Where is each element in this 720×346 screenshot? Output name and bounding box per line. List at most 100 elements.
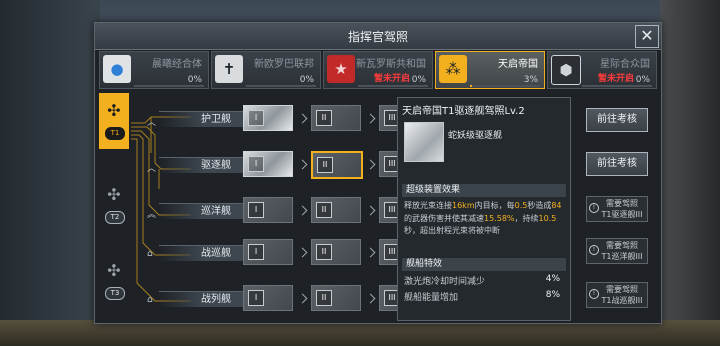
arrow-right-icon — [365, 159, 376, 170]
cross-icon: ✝ — [215, 55, 243, 83]
faction-percent: 0% — [635, 75, 650, 85]
faction-status: 暂未开启 — [597, 74, 634, 84]
arrow-right-icon — [365, 293, 376, 304]
faction-tabs: ● 晨曦经合体 0% ✝ 新欧罗巴联邦 0% ★ 新瓦罗斯共和国 暂未开启 0%… — [99, 51, 657, 89]
arrow-right-icon — [297, 247, 308, 258]
faction-progress-bar — [358, 85, 428, 87]
license-panel: 指挥官驾照 ✕ ● 晨曦经合体 0% ✝ 新欧罗巴联邦 0% ★ 新瓦罗斯共和国… — [94, 22, 662, 324]
star-icon: ★ — [327, 55, 355, 83]
chevron-up-icon: ⌂ — [147, 295, 153, 305]
ship-class-label: 巡洋舰 — [159, 203, 249, 219]
tier-label: T3 — [105, 287, 125, 300]
requirement-badge: ! 需要驾照 T1战巡舰III — [586, 282, 648, 308]
card-level: I — [248, 110, 264, 126]
license-card[interactable]: II — [311, 239, 361, 265]
tier-tab-t1[interactable]: ✣ T1 — [99, 93, 129, 149]
license-detail-popup: 天启帝国T1驱逐舰驾照Lv.2 蛇妖级驱逐舰 超级装置效果 释放光束连接16km… — [397, 97, 571, 321]
arrow-right-icon — [365, 247, 376, 258]
faction-tab-1[interactable]: ✝ 新欧罗巴联邦 0% — [211, 51, 321, 89]
license-card[interactable]: I — [243, 285, 293, 311]
tier-tab-t2[interactable]: ✣ T2 — [99, 177, 129, 233]
stat-label: 舰船能量增加 — [404, 293, 459, 303]
chevron-up-icon: ⌂ — [147, 249, 153, 259]
chevron-up-icon: ︿ — [147, 164, 157, 174]
faction-progress-bar — [246, 85, 316, 87]
chevron-up-icon: ︽ — [147, 210, 157, 220]
arrow-right-icon — [297, 113, 308, 124]
license-card[interactable]: I — [243, 239, 293, 265]
ship-tier-icon: ✣ — [107, 185, 121, 204]
tier-label: T2 — [105, 211, 125, 224]
traits-header: 舰船特效 — [402, 258, 566, 271]
card-level: I — [248, 244, 264, 260]
detail-title: 天启帝国T1驱逐舰驾照Lv.2 — [402, 106, 525, 117]
faction-progress-fill — [470, 85, 473, 87]
faction-progress-bar — [582, 85, 652, 87]
faction-percent: 0% — [187, 75, 202, 85]
stat-label: 激光炮冷却时间减少 — [404, 277, 486, 287]
card-level: I — [248, 156, 264, 172]
faction-percent: 3% — [523, 75, 538, 85]
faction-progress-bar — [470, 85, 540, 87]
ship-tier-icon: ✣ — [107, 101, 121, 120]
background-right — [660, 0, 720, 346]
title-bar: 指挥官驾照 ✕ — [95, 23, 661, 50]
faction-name: 新瓦罗斯共和国 — [356, 59, 426, 70]
faction-status: 暂未开启 — [373, 74, 410, 84]
faction-percent: 0% — [299, 75, 314, 85]
ship-tier-icon: ✣ — [107, 261, 121, 280]
license-card[interactable]: II — [311, 105, 361, 131]
faction-tab-4[interactable]: ⬢ 星际合众国 暂未开启 0% — [547, 51, 657, 89]
license-card[interactable]: II — [311, 285, 361, 311]
ship-name: 蛇妖级驱逐舰 — [448, 131, 503, 141]
arrow-right-icon — [365, 205, 376, 216]
card-level: II — [316, 244, 332, 260]
requirement-badge: ! 需要驾照 T1驱逐舰III — [586, 196, 648, 222]
ship-class-label: 战列舰 — [159, 291, 249, 307]
faction-name: 晨曦经合体 — [152, 59, 202, 70]
stat-row: 激光炮冷却时间减少 4% — [404, 274, 564, 287]
faction-percent: 0% — [411, 75, 426, 85]
ship-class-label: 护卫舰 — [159, 111, 249, 127]
license-card[interactable]: I — [243, 151, 293, 177]
arrow-right-icon — [365, 113, 376, 124]
chevron-up-icon: ︿ — [147, 118, 157, 128]
card-level: I — [248, 202, 264, 218]
license-card[interactable]: I — [243, 105, 293, 131]
stat-value: 8% — [545, 290, 560, 300]
license-card[interactable]: II — [311, 197, 361, 223]
stat-value: 4% — [545, 274, 560, 284]
card-level: II — [316, 202, 332, 218]
faction-name: 星际合众国 — [600, 59, 650, 70]
ship-class-label: 驱逐舰 — [159, 157, 249, 173]
card-level: II — [316, 290, 332, 306]
close-icon[interactable]: ✕ — [635, 25, 659, 48]
faction-tab-0[interactable]: ● 晨曦经合体 0% — [99, 51, 209, 89]
card-level: II — [316, 110, 332, 126]
effect-description: 释放光束连接16km内目标，每0.5秒造成84的武器伤害并使其减速15.58%，… — [404, 201, 562, 235]
cluster-icon: ⁂ — [439, 55, 467, 83]
license-card[interactable]: I — [243, 197, 293, 223]
faction-tab-2[interactable]: ★ 新瓦罗斯共和国 暂未开启 0% — [323, 51, 433, 89]
go-exam-button[interactable]: 前往考核 — [586, 152, 648, 176]
go-exam-button[interactable]: 前往考核 — [586, 108, 648, 132]
arrow-right-icon — [297, 205, 308, 216]
panel-title: 指挥官驾照 — [347, 30, 408, 44]
tier-tab-t3[interactable]: ✣ T3 — [99, 253, 129, 309]
sphere-icon: ● — [103, 55, 131, 83]
tier-sidebar: ✣ T1 ✣ T2 ✣ T3 — [99, 93, 129, 319]
card-level: II — [317, 157, 333, 173]
background-left — [0, 0, 100, 346]
faction-name: 新欧罗巴联邦 — [254, 59, 314, 70]
requirement-badge: ! 需要驾照 T1巡洋舰III — [586, 238, 648, 264]
effect-header: 超级装置效果 — [402, 184, 566, 197]
ship-class-label: 战巡舰 — [159, 245, 249, 261]
arrow-right-icon — [297, 159, 308, 170]
stat-row: 舰船能量增加 8% — [404, 290, 564, 303]
faction-tab-3[interactable]: ⁂ 天启帝国 3% — [435, 51, 545, 89]
card-level: I — [248, 290, 264, 306]
license-card-selected[interactable]: II — [311, 151, 363, 179]
arrow-right-icon — [297, 293, 308, 304]
hex-icon: ⬢ — [551, 55, 581, 85]
faction-progress-bar — [134, 85, 204, 87]
